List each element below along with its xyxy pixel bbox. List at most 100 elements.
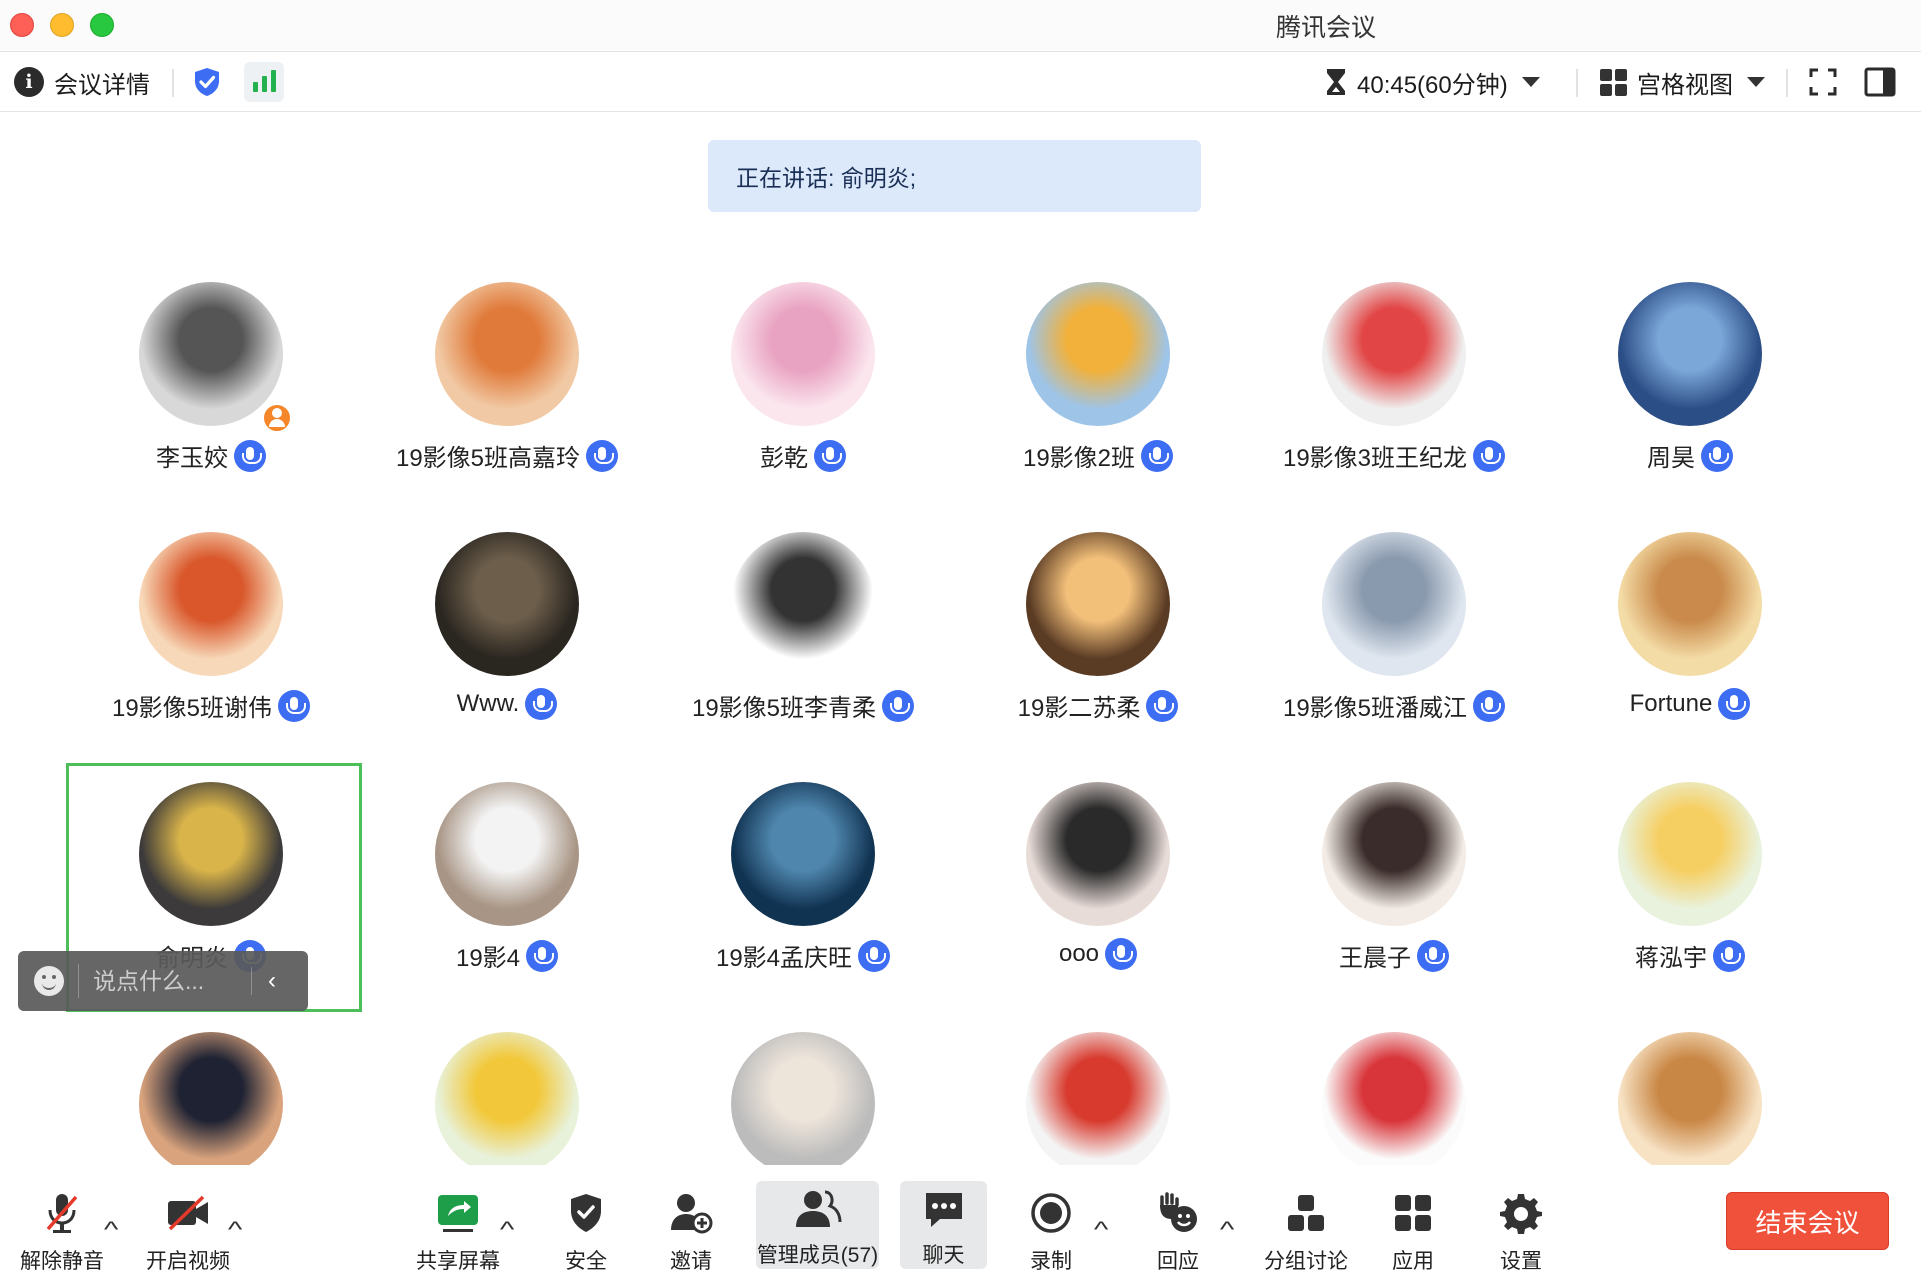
participant-name: 19影像5班高嘉玲 [395,445,581,472]
avatar [1026,532,1170,676]
mic-status-icon [1718,688,1751,720]
chat-divider [78,964,79,998]
mic-status-icon [586,439,619,472]
breakout-rooms-button[interactable]: 分组讨论 [1264,1187,1348,1275]
chat-bubble-icon [914,1187,974,1233]
participant-tile[interactable]: ooo [950,750,1246,1000]
participant-name: 19影4 [455,945,521,972]
end-meeting-button[interactable]: 结束会议 [1726,1192,1889,1250]
participant-name-row: 19影像5班潘威江 [1246,688,1542,723]
participant-name: 19影像2班 [1022,445,1136,472]
participant-tile[interactable] [63,1000,359,1165]
participant-tile[interactable]: 19影4 [359,750,655,1000]
participant-tile[interactable] [359,1000,655,1165]
mic-status-icon [858,939,891,972]
view-mode-dropdown[interactable]: 宫格视图 [1600,52,1765,112]
avatar [1618,532,1762,676]
chat-input[interactable] [93,967,243,995]
avatar [1322,532,1466,676]
mic-muted-icon [32,1187,92,1239]
collapse-chevron-icon[interactable]: ‹ [251,967,276,995]
invite-button[interactable]: 邀请 [661,1187,721,1275]
mic-status-icon [1473,689,1506,722]
breakout-rooms-icon [1276,1187,1336,1239]
unmute-button[interactable]: 解除静音 [20,1187,104,1275]
start-video-button[interactable]: 开启视频 [146,1187,230,1275]
participant-tile[interactable]: 19影像5班高嘉玲 [359,250,655,500]
avatar [139,532,283,676]
avatar [731,782,875,926]
fullscreen-button[interactable] [1808,52,1838,112]
apps-button[interactable]: 应用 [1383,1187,1443,1275]
security-shield-button[interactable] [192,52,222,112]
avatar [139,282,283,426]
sidebar-toggle-button[interactable] [1864,52,1896,112]
participant-name-row: 19影4孟庆旺 [655,938,951,973]
avatar [1026,1032,1170,1165]
participant-name-row: 19影二苏柔 [950,688,1246,723]
mic-status-icon [814,439,846,472]
participant-tile[interactable] [1246,1000,1542,1165]
share-screen-label: 共享屏幕 [416,1250,500,1273]
host-badge-icon [261,402,293,434]
participant-tile[interactable]: 19影像5班李青柔 [655,500,951,750]
record-button[interactable]: 录制 [1021,1187,1081,1275]
participant-name: 周昊 [1647,445,1695,472]
participant-tile[interactable]: 周昊 [1542,250,1838,500]
participant-tile[interactable] [950,1000,1246,1165]
avatar [1026,282,1170,426]
apps-label: 应用 [1392,1250,1434,1273]
participant-name-row: 19影像5班谢伟 [63,688,359,723]
unmute-label: 解除静音 [20,1250,104,1273]
participant-tile[interactable]: Fortune [1542,500,1838,750]
participant-tile[interactable]: 19影像5班潘威江 [1246,500,1542,750]
participant-tile[interactable]: 李玉姣 [63,250,359,500]
participant-tile[interactable]: Www. [359,500,655,750]
participant-tile[interactable]: 19影像5班谢伟 [63,500,359,750]
share-screen-button[interactable]: 共享屏幕 [416,1187,500,1275]
video-options-chevron-icon[interactable]: ^ [228,1217,242,1243]
share-options-chevron-icon[interactable]: ^ [500,1217,514,1243]
meeting-details-button[interactable]: i 会议详情 [14,52,150,112]
participant-tile[interactable]: 彭乾 [655,250,951,500]
manage-members-button[interactable]: 管理成员(57) [756,1181,879,1269]
meeting-timer-dropdown[interactable]: 40:45(60分钟) [1325,52,1540,112]
participant-tile[interactable]: 19影二苏柔 [950,500,1246,750]
participant-name-row: ooo [950,938,1246,970]
avatar [1322,1032,1466,1165]
participant-tile[interactable]: 19影像3班王纪龙 [1246,250,1542,500]
participant-grid: 李玉姣 19影像5班高嘉玲 彭乾 19影像2班 19影像3班王纪龙 周昊 19影像5班谢伟 W… [0,250,1921,1165]
mic-status-icon [526,939,559,972]
reactions-options-chevron-icon[interactable]: ^ [1220,1217,1234,1243]
emoji-icon[interactable] [34,966,64,996]
participant-name-row: 王晨子 [1246,938,1542,973]
invite-user-icon [661,1187,721,1239]
participant-name-row: Fortune [1542,688,1838,720]
audio-options-chevron-icon[interactable]: ^ [104,1217,118,1243]
record-options-chevron-icon[interactable]: ^ [1094,1217,1108,1243]
security-button[interactable]: 安全 [556,1187,616,1275]
participant-name: 19影二苏柔 [1017,695,1141,722]
avatar [731,1032,875,1165]
participant-tile[interactable] [655,1000,951,1165]
toolbar-divider [1786,69,1788,97]
reactions-button[interactable]: 回应 [1148,1187,1208,1275]
participant-name: 19影像3班王纪龙 [1282,445,1468,472]
participant-name: 李玉姣 [156,445,228,472]
breakout-rooms-label: 分组讨论 [1264,1250,1348,1273]
members-icon [788,1187,848,1233]
participant-tile[interactable] [1542,1000,1838,1165]
gear-icon [1491,1187,1551,1239]
participant-tile[interactable]: 王晨子 [1246,750,1542,1000]
participant-tile[interactable]: 19影4孟庆旺 [655,750,951,1000]
avatar [1618,782,1762,926]
record-icon [1021,1187,1081,1239]
settings-button[interactable]: 设置 [1491,1187,1551,1275]
participant-tile[interactable]: 蒋泓宇 [1542,750,1838,1000]
chat-button[interactable]: 聊天 [900,1181,987,1269]
mic-status-icon [1146,689,1179,722]
network-signal-button[interactable] [244,52,284,112]
participant-name-row: 19影像5班李青柔 [655,688,951,723]
participant-tile[interactable]: 19影像2班 [950,250,1246,500]
title-bar: 腾讯会议 [0,0,1921,52]
